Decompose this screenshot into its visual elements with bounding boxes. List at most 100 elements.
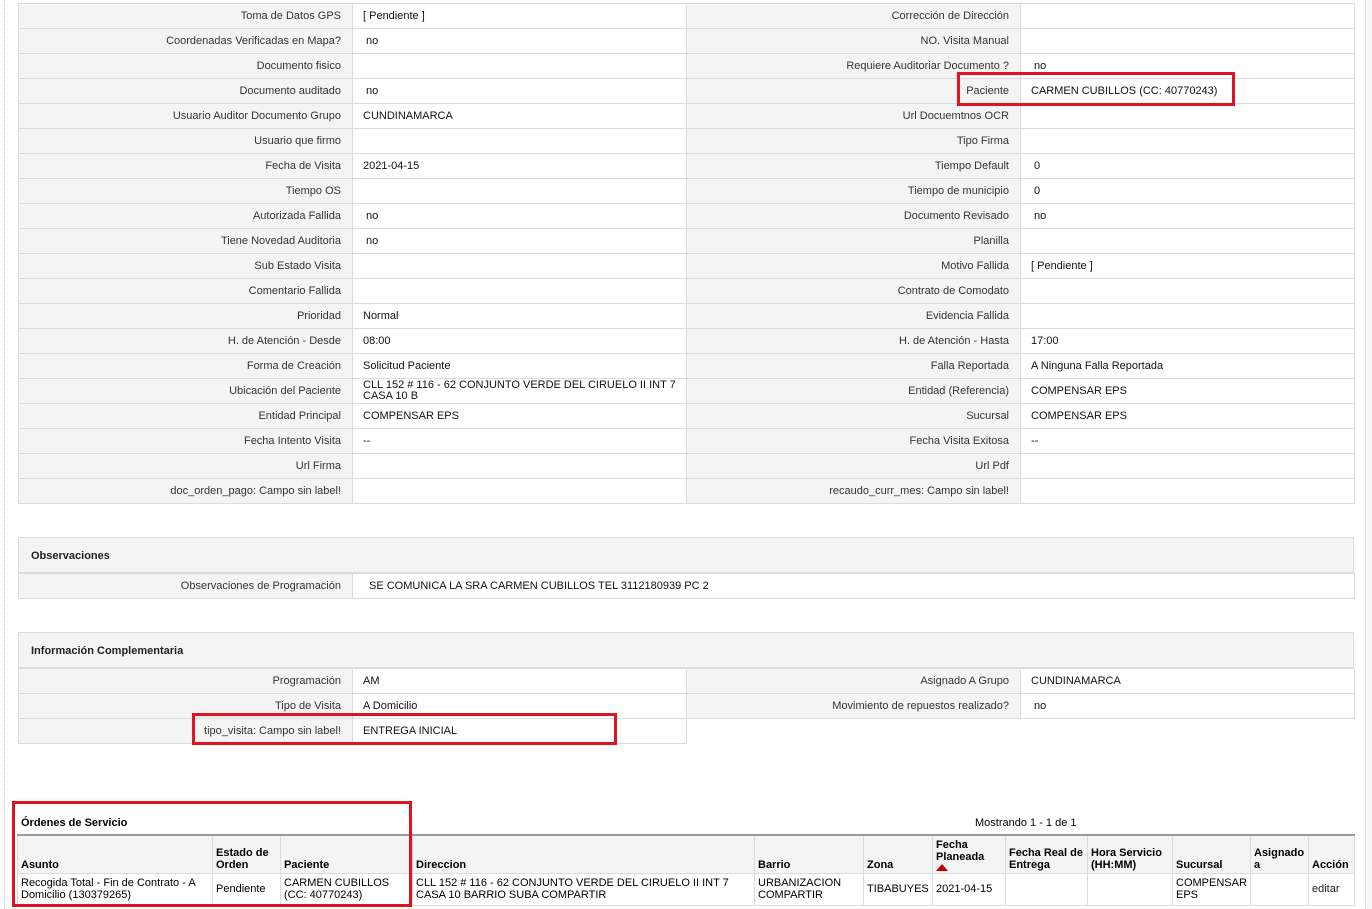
detail-value-left <box>352 178 687 204</box>
right-dotted-border <box>1365 0 1366 909</box>
empty-cell <box>686 718 1021 744</box>
asignado-grupo-value: CUNDINAMARCA <box>1020 668 1355 694</box>
detail-value-left: no <box>352 28 687 54</box>
detail-value-right <box>1020 3 1355 29</box>
column-header-paciente[interactable]: Paciente <box>280 834 413 874</box>
detail-value-right: 17:00 <box>1020 328 1355 354</box>
detail-label-left: Tiempo OS <box>18 178 353 204</box>
vertical-scrollbar[interactable] <box>1367 0 1372 909</box>
detail-value-left <box>352 128 687 154</box>
detail-label-right: Corrección de Dirección <box>686 3 1021 29</box>
detail-label-right: Tipo Firma <box>686 128 1021 154</box>
complementaria-table: Programación AM Asignado A Grupo CUNDINA… <box>18 668 1355 744</box>
detail-label-right: recaudo_curr_mes: Campo sin label! <box>686 478 1021 504</box>
detail-value-right: A Ninguna Falla Reportada <box>1020 353 1355 379</box>
detail-row: Documento fisico Requiere Auditoriar Docu… <box>18 53 1355 79</box>
column-header-asignado[interactable]: Asignado a <box>1250 834 1309 874</box>
column-header-fecha-real[interactable]: Fecha Real de Entrega <box>1005 834 1088 874</box>
detail-row: Entidad Principal COMPENSAR EPS Sucursal CO… <box>18 403 1355 429</box>
detail-label-left: Documento fisico <box>18 53 353 79</box>
detail-row: Fecha de Visita 2021-04-15 Tiempo Default 0 <box>18 153 1355 179</box>
detail-label-left: doc_orden_pago: Campo sin label! <box>18 478 353 504</box>
detail-label-right: Tiempo de municipio <box>686 178 1021 204</box>
column-header-direccion[interactable]: Direccion <box>412 834 755 874</box>
empty-cell <box>1020 718 1355 744</box>
detail-label-right: Falla Reportada <box>686 353 1021 379</box>
detail-value-right <box>1020 228 1355 254</box>
detail-label-left: Fecha Intento Visita <box>18 428 353 454</box>
detail-label-left: Tiene Novedad Auditoria <box>18 228 353 254</box>
detail-row: Toma de Datos GPS[ Pendiente ] Corrección… <box>18 3 1355 29</box>
complementaria-title: Información Complementaria <box>31 645 184 657</box>
column-header-hora-servicio[interactable]: Hora Servicio (HH:MM) <box>1087 834 1173 874</box>
ordenes-pagination-count: Mostrando 1 - 1 de 1 <box>975 817 1077 829</box>
orden-barrio: URBANIZACION COMPARTIR <box>754 872 864 906</box>
orden-zona: TIBABUYES <box>863 872 933 906</box>
detail-label-right: Sucursal <box>686 403 1021 429</box>
detail-label-right: Evidencia Fallida <box>686 303 1021 329</box>
detail-row: Sub Estado Visita Motivo Fallida[ Pendien… <box>18 253 1355 279</box>
detail-label-right: Fecha Visita Exitosa <box>686 428 1021 454</box>
detail-row: Tiempo OS Tiempo de municipio 0 <box>18 178 1355 204</box>
detail-row: Url Firma Url Pdf <box>18 453 1355 479</box>
detail-label-left: Coordenadas Verificadas en Mapa? <box>18 28 353 54</box>
detail-value-left: no <box>352 78 687 104</box>
detail-value-left: COMPENSAR EPS <box>352 403 687 429</box>
column-header-asunto[interactable]: Asunto <box>17 834 213 874</box>
detail-label-right: Requiere Auditoriar Documento ? <box>686 53 1021 79</box>
orden-accion: editar <box>1308 872 1355 906</box>
detail-value-left: Solicitud Paciente <box>352 353 687 379</box>
movimiento-repuestos-label: Movimiento de repuestos realizado? <box>686 693 1021 719</box>
column-header-zona[interactable]: Zona <box>863 834 933 874</box>
detail-value-right <box>1020 278 1355 304</box>
observaciones-programacion-label: Observaciones de Programación <box>18 573 353 599</box>
detail-value-right <box>1020 28 1355 54</box>
edit-link[interactable]: editar <box>1312 883 1340 895</box>
detail-label-right: Entidad (Referencia) <box>686 378 1021 404</box>
programacion-label: Programación <box>18 668 353 694</box>
detail-row: Forma de Creación Solicitud Paciente Falla… <box>18 353 1355 379</box>
detail-label-left: Comentario Fallida <box>18 278 353 304</box>
orden-fecha-planeada: 2021-04-15 <box>932 872 1006 906</box>
orden-asignado <box>1250 872 1309 906</box>
detail-label-left: Autorizada Fallida <box>18 203 353 229</box>
detail-value-left: CLL 152 # 116 - 62 CONJUNTO VERDE DEL CI… <box>352 378 687 404</box>
detail-label-right: Tiempo Default <box>686 153 1021 179</box>
column-header-accion: Acción <box>1308 834 1355 874</box>
fecha-planeada-label: Fecha Planeada <box>936 838 985 863</box>
detail-label-left: Usuario Auditor Documento Grupo <box>18 103 353 129</box>
detail-row: Fecha Intento Visita -- Fecha Visita Exito… <box>18 428 1355 454</box>
observaciones-programacion-value: SE COMUNICA LA SRA CARMEN CUBILLOS TEL 3… <box>352 573 1355 599</box>
detail-row: Autorizada Fallida no Documento Revisado no <box>18 203 1355 229</box>
tipo-visita-raw-value: ENTREGA INICIAL <box>352 718 687 744</box>
detail-label-right: H. de Atención - Hasta <box>686 328 1021 354</box>
column-header-fecha-planeada[interactable]: Fecha Planeada <box>932 834 1006 874</box>
detail-value-right <box>1020 303 1355 329</box>
detail-label-right: Documento Revisado <box>686 203 1021 229</box>
detail-row: Tiene Novedad Auditoria no Planilla <box>18 228 1355 254</box>
detail-value-right <box>1020 103 1355 129</box>
column-header-barrio[interactable]: Barrio <box>754 834 864 874</box>
complementaria-section-header: Información Complementaria <box>18 632 1354 668</box>
detail-value-right: no <box>1020 53 1355 79</box>
detail-label-left: Prioridad <box>18 303 353 329</box>
detail-value-right: COMPENSAR EPS <box>1020 378 1355 404</box>
detail-row: Usuario que firmo Tipo Firma <box>18 128 1355 154</box>
detail-value-left <box>352 453 687 479</box>
detail-value-right: CARMEN CUBILLOS (CC: 40770243) <box>1020 78 1355 104</box>
observaciones-title: Observaciones <box>31 550 110 562</box>
orden-fecha-real <box>1005 872 1088 906</box>
detail-row: Usuario Auditor Documento Grupo CUNDINAMA… <box>18 103 1355 129</box>
column-header-estado[interactable]: Estado de Orden <box>212 834 281 874</box>
orden-sucursal: COMPENSAR EPS <box>1172 872 1251 906</box>
programacion-value: AM <box>352 668 687 694</box>
detail-label-right: Url Docuemtnos OCR <box>686 103 1021 129</box>
detail-value-left <box>352 253 687 279</box>
detail-value-right <box>1020 478 1355 504</box>
detail-value-left: [ Pendiente ] <box>352 3 687 29</box>
orden-paciente: CARMEN CUBILLOS (CC: 40770243) <box>280 872 413 906</box>
detail-label-right: Motivo Fallida <box>686 253 1021 279</box>
column-header-sucursal[interactable]: Sucursal <box>1172 834 1251 874</box>
detail-label-left: Ubicación del Paciente <box>18 378 353 404</box>
detail-value-right: no <box>1020 203 1355 229</box>
